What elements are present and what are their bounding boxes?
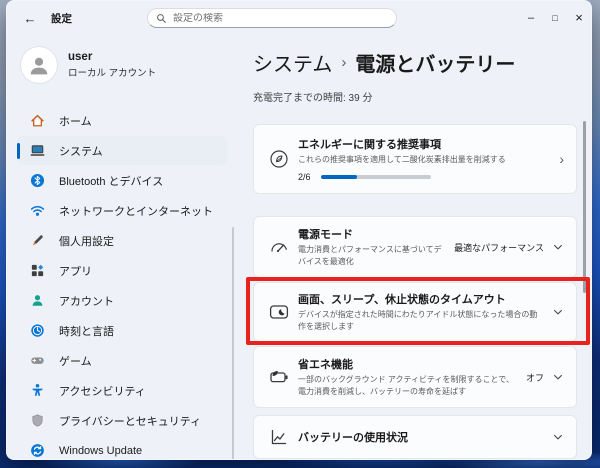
- card-subtitle: デバイスが指定された時間にわたりアイドル状態になった場合の動作を選択します: [298, 310, 538, 331]
- sidebar-item-label: ネットワークとインターネット: [59, 205, 213, 218]
- accessibility-person-icon: [29, 383, 45, 399]
- sidebar: user ローカル アカウント ホーム システム Bluetooth とデバイス…: [7, 35, 237, 459]
- settings-window: ← 設定 – □ × user ローカル アカウント: [6, 0, 592, 460]
- sidebar-item-label: アプリ: [59, 265, 92, 278]
- user-account-block[interactable]: user ローカル アカウント: [21, 47, 156, 83]
- home-icon: [29, 113, 45, 129]
- apps-icon: [29, 263, 45, 279]
- card-title: バッテリーの使用状況: [298, 432, 408, 444]
- gauge-icon: [268, 236, 290, 258]
- chevron-down-icon[interactable]: [552, 306, 564, 318]
- close-button[interactable]: ×: [567, 1, 591, 34]
- chevron-down-icon[interactable]: [552, 241, 564, 253]
- minimize-button[interactable]: –: [519, 1, 543, 34]
- window-controls: – □ ×: [519, 1, 591, 34]
- sync-arrows-icon: [29, 443, 45, 459]
- sidebar-item-label: 時刻と言語: [59, 325, 114, 338]
- person-icon: [29, 293, 45, 309]
- sidebar-item-accessibility[interactable]: アクセシビリティ: [17, 376, 227, 405]
- sidebar-item-personalization[interactable]: 個人用設定: [17, 226, 227, 255]
- system-icon: [29, 143, 45, 159]
- sidebar-item-windows-update[interactable]: Windows Update: [17, 436, 227, 459]
- line-chart-icon: [268, 426, 290, 448]
- sidebar-item-label: プライバシーとセキュリティ: [59, 415, 202, 428]
- sidebar-item-gaming[interactable]: ゲーム: [17, 346, 227, 375]
- maximize-button[interactable]: □: [543, 1, 567, 34]
- display-moon-icon: [268, 301, 290, 323]
- search-box[interactable]: [147, 8, 397, 28]
- sidebar-item-label: ホーム: [59, 115, 92, 128]
- sidebar-item-home[interactable]: ホーム: [17, 106, 227, 135]
- user-account-type: ローカル アカウント: [68, 68, 157, 79]
- sidebar-item-label: アクセシビリティ: [59, 385, 146, 398]
- search-input[interactable]: [173, 12, 388, 24]
- sidebar-item-time-language[interactable]: 時刻と言語: [17, 316, 227, 345]
- card-title: 電源モード: [298, 229, 353, 241]
- breadcrumb: システム › 電源とバッテリー: [253, 48, 577, 77]
- card-subtitle: これらの推奨事項を適用して二酸化炭素排出量を削減する: [298, 155, 506, 164]
- card-subtitle: 電力消費とパフォーマンスに基づいてデバイスを最適化: [298, 245, 442, 266]
- card-title: 画面、スリープ、休止状態のタイムアウト: [298, 294, 506, 306]
- progress-label: 2/6: [298, 172, 311, 182]
- sidebar-item-label: Bluetooth とデバイス: [59, 175, 164, 188]
- sidebar-scrollbar[interactable]: [232, 227, 234, 459]
- bluetooth-icon: [29, 173, 45, 189]
- sidebar-item-privacy[interactable]: プライバシーとセキュリティ: [17, 406, 227, 435]
- content-scrollbar[interactable]: [583, 121, 586, 293]
- clock-globe-icon: [29, 323, 45, 339]
- sidebar-item-label: Windows Update: [59, 444, 143, 457]
- sidebar-item-system[interactable]: システム: [17, 136, 227, 165]
- sidebar-nav: ホーム システム Bluetooth とデバイス ネットワークとインターネット …: [7, 105, 237, 459]
- leaf-circle-icon: [268, 148, 290, 170]
- gamepad-icon: [29, 353, 45, 369]
- page-title: 電源とバッテリー: [355, 53, 516, 76]
- sidebar-item-bluetooth[interactable]: Bluetooth とデバイス: [17, 166, 227, 195]
- energy-recommendations-card[interactable]: エネルギーに関する推奨事項 これらの推奨事項を適用して二酸化炭素排出量を削減する…: [253, 124, 577, 194]
- screen-sleep-timeouts-card[interactable]: 画面、スリープ、休止状態のタイムアウト デバイスが指定された時間にわたりアイドル…: [253, 282, 577, 342]
- minimize-icon: –: [527, 11, 535, 24]
- breadcrumb-separator-icon: ›: [341, 54, 347, 71]
- battery-usage-card[interactable]: バッテリーの使用状況: [253, 415, 577, 459]
- sidebar-item-label: アカウント: [59, 295, 114, 308]
- sidebar-item-label: ゲーム: [59, 355, 92, 368]
- selected-indicator: [17, 142, 20, 159]
- sidebar-item-network[interactable]: ネットワークとインターネット: [17, 196, 227, 225]
- sidebar-item-label: 個人用設定: [59, 235, 114, 248]
- maximize-icon: □: [552, 12, 558, 23]
- user-icon: [26, 52, 52, 78]
- app-title: 設定: [51, 13, 72, 25]
- card-subtitle: 一部のバックグラウンド アクティビティを制限することで、電力消費を削減し、バッテ…: [298, 375, 514, 396]
- card-title: エネルギーに関する推奨事項: [298, 139, 441, 151]
- search-icon: [156, 13, 167, 24]
- chevron-right-icon: ›: [559, 151, 564, 167]
- user-name: user: [68, 51, 93, 63]
- chevron-down-icon[interactable]: [552, 431, 564, 443]
- power-mode-card[interactable]: 電源モード 電力消費とパフォーマンスに基づいてデバイスを最適化 最適なパフォーマ…: [253, 216, 577, 278]
- progress-bar: [320, 175, 431, 179]
- battery-leaf-icon: [268, 366, 290, 388]
- charge-status-text: 充電完了までの時間: 39 分: [253, 93, 373, 104]
- sidebar-item-accounts[interactable]: アカウント: [17, 286, 227, 315]
- energy-saver-card[interactable]: 省エネ機能 一部のバックグラウンド アクティビティを制限することで、電力消費を削…: [253, 346, 577, 408]
- power-mode-value[interactable]: 最適なパフォーマンス: [454, 241, 544, 254]
- shield-icon: [29, 413, 45, 429]
- sidebar-item-apps[interactable]: アプリ: [17, 256, 227, 285]
- back-arrow-icon: ←: [23, 10, 37, 26]
- avatar: [21, 47, 57, 83]
- titlebar: ← 設定 – □ ×: [7, 1, 591, 35]
- main-content: システム › 電源とバッテリー 充電完了までの時間: 39 分 エネルギーに関す…: [237, 35, 591, 459]
- breadcrumb-parent[interactable]: システム: [253, 48, 332, 77]
- chevron-down-icon[interactable]: [552, 371, 564, 383]
- energy-saver-value[interactable]: オフ: [526, 371, 544, 384]
- sidebar-item-label: システム: [59, 145, 103, 158]
- back-button[interactable]: ←: [15, 3, 45, 33]
- progress-fill: [320, 175, 358, 179]
- close-icon: ×: [575, 10, 583, 25]
- card-title: 省エネ機能: [298, 359, 353, 371]
- brush-icon: [29, 233, 45, 249]
- network-wifi-icon: [29, 203, 45, 219]
